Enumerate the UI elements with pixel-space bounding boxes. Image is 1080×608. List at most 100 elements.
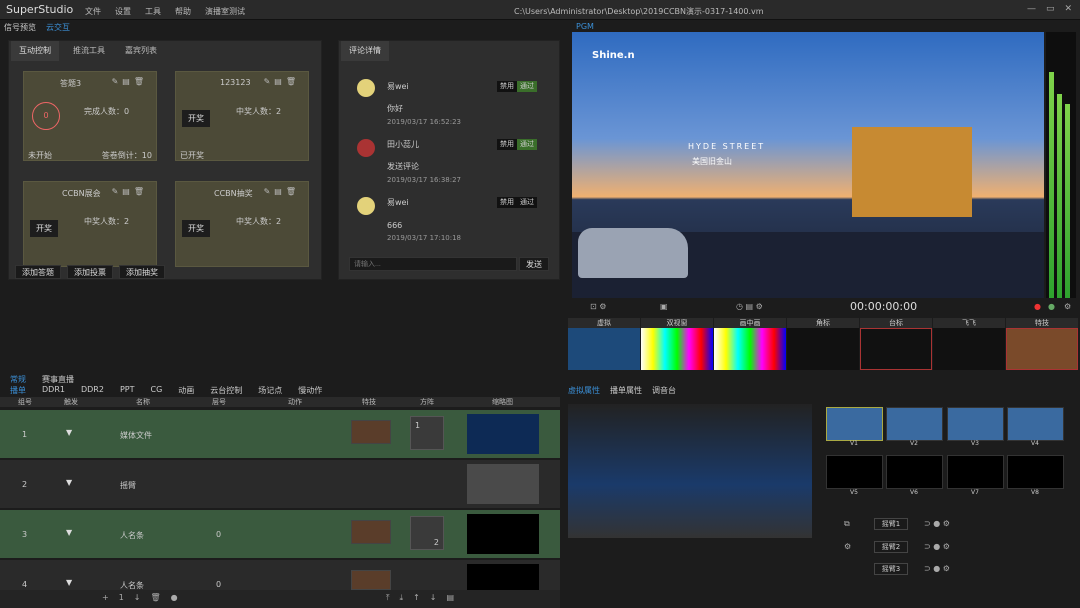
add-lottery-button[interactable]: 添加抽奖	[119, 265, 165, 279]
transition-effect[interactable]: 特技	[1006, 318, 1078, 328]
menu-settings[interactable]: 设置	[115, 6, 131, 17]
tab-animation[interactable]: 动画	[178, 385, 194, 396]
card-tools-icon[interactable]: ✎▤🗑	[112, 77, 148, 86]
transition-dual[interactable]: 双视窗	[641, 318, 713, 328]
mode-sport[interactable]: 赛事直播	[42, 374, 74, 385]
tab-ddr1[interactable]: DDR1	[42, 385, 65, 396]
table-row[interactable]: 3 ▼ 人名条 0 2	[0, 510, 560, 558]
send-button[interactable]: 发送	[519, 257, 549, 271]
comment-input[interactable]	[349, 257, 517, 271]
table-row[interactable]: 4 ▼ 人名条 0	[0, 560, 560, 590]
menu-tools[interactable]: 工具	[145, 6, 161, 17]
grid-cell[interactable]: 1	[410, 416, 444, 450]
trigger-icon[interactable]: ▼	[66, 528, 72, 537]
add-quiz-button[interactable]: 添加答题	[15, 265, 61, 279]
record-icon[interactable]: ●	[1034, 302, 1041, 311]
crane1-tools-icon[interactable]: ⊃ ● ⚙	[924, 519, 950, 528]
draw-button[interactable]: 开奖	[182, 220, 210, 237]
table-row[interactable]: 1 ▼ 媒体文件 1	[0, 410, 560, 458]
crane1-button[interactable]: 摇臂1	[874, 518, 908, 530]
virtual-thumb-v4[interactable]	[1007, 407, 1064, 441]
approve-button[interactable]: 通过	[517, 139, 537, 150]
trigger-icon[interactable]: ▼	[66, 428, 72, 437]
ban-button[interactable]: 禁用	[497, 81, 517, 92]
circle-icon[interactable]: ●	[171, 593, 178, 602]
transition-thumb[interactable]	[1006, 328, 1078, 370]
lottery-card[interactable]: CCBN抽奖 ✎▤🗑 中奖人数：2 开奖	[175, 181, 309, 267]
transition-thumb[interactable]	[860, 328, 932, 370]
transition-thumb[interactable]	[714, 328, 786, 370]
copy-icon[interactable]: ⧉	[844, 519, 850, 529]
transition-thumb[interactable]	[641, 328, 713, 370]
clock-icon[interactable]: ◷ ▤ ⚙	[736, 302, 763, 311]
menu-file[interactable]: 文件	[85, 6, 101, 17]
transition-virtual[interactable]: 虚拟	[568, 318, 640, 328]
tab-stream-tools[interactable]: 推流工具	[65, 41, 113, 61]
effect-thumb[interactable]	[351, 420, 391, 444]
virtual-thumb-v5[interactable]	[826, 455, 883, 489]
grid-cell[interactable]: 2	[410, 516, 444, 550]
move-top-icon[interactable]: ⤒	[386, 593, 390, 603]
crane3-tools-icon[interactable]: ⊃ ● ⚙	[924, 564, 950, 573]
effect-thumb[interactable]	[351, 570, 391, 590]
approve-button[interactable]: 通过	[517, 197, 537, 208]
virtual-thumb-v1[interactable]	[826, 407, 883, 441]
move-down-icon[interactable]: ↓	[430, 593, 437, 603]
crane2-tools-icon[interactable]: ⊃ ● ⚙	[924, 542, 950, 551]
crane2-button[interactable]: 摇臂2	[874, 541, 908, 553]
card-tools-icon[interactable]: ✎▤🗑	[112, 187, 148, 196]
draw-button[interactable]: 开奖	[30, 220, 58, 237]
menu-studio-test[interactable]: 演播室测试	[205, 6, 245, 17]
card-tools-icon[interactable]: ✎▤🗑	[264, 77, 300, 86]
approve-button[interactable]: 通过	[517, 81, 537, 92]
save-icon[interactable]: ▤	[447, 593, 455, 603]
cloud-interact-tab[interactable]: 云交互	[46, 22, 70, 33]
virtual-thumb-v3[interactable]	[947, 407, 1004, 441]
tab-comment-details[interactable]: 评论详情	[341, 41, 389, 61]
transition-fly[interactable]: 飞飞	[933, 318, 1005, 328]
ban-button[interactable]: 禁用	[497, 139, 517, 150]
close-icon[interactable]: ✕	[1064, 4, 1072, 14]
crane3-button[interactable]: 摇臂3	[874, 563, 908, 575]
tab-playlist-props[interactable]: 播单属性	[610, 385, 642, 396]
draw-button[interactable]: 开奖	[182, 110, 210, 127]
tab-playlist[interactable]: 播单	[10, 385, 26, 396]
tab-slowmo[interactable]: 慢动作	[298, 385, 322, 396]
tab-ppt[interactable]: PPT	[120, 385, 135, 396]
add-vote-button[interactable]: 添加投票	[67, 265, 113, 279]
trigger-icon[interactable]: ▼	[66, 478, 72, 487]
table-row[interactable]: 2 ▼ 摇臂	[0, 460, 560, 508]
ban-button[interactable]: 禁用	[497, 197, 517, 208]
virtual-thumb-v2[interactable]	[886, 407, 943, 441]
move-up-icon[interactable]: ↑	[413, 593, 420, 603]
move-bottom-icon[interactable]: ⤓	[400, 593, 404, 603]
minimize-icon[interactable]: —	[1027, 4, 1036, 14]
maximize-icon[interactable]: ▭	[1046, 4, 1055, 14]
tab-cg[interactable]: CG	[150, 385, 162, 396]
lottery-card[interactable]: CCBN展会 ✎▤🗑 中奖人数：2 开奖	[23, 181, 157, 267]
transition-thumb[interactable]	[787, 328, 859, 370]
settings-icon[interactable]: ⚙	[1064, 302, 1071, 311]
monitor-icon[interactable]: ⊡ ⚙	[590, 302, 606, 311]
tab-mixer[interactable]: 调音台	[652, 385, 676, 396]
virtual-thumb-v8[interactable]	[1007, 455, 1064, 489]
menu-help[interactable]: 帮助	[175, 6, 191, 17]
tab-ptz[interactable]: 云台控制	[210, 385, 242, 396]
add-icon[interactable]: +	[102, 593, 109, 602]
transition-thumb[interactable]	[568, 328, 640, 370]
lottery-card[interactable]: 123123 ✎▤🗑 中奖人数：2 开奖 已开奖	[175, 71, 309, 161]
tab-guest-list[interactable]: 嘉宾列表	[117, 41, 165, 61]
trigger-icon[interactable]: ▼	[66, 578, 72, 587]
snapshot-icon[interactable]: ▣	[660, 302, 668, 311]
tab-virtual-props[interactable]: 虚拟属性	[568, 385, 600, 396]
transition-pip[interactable]: 画中画	[714, 318, 786, 328]
mode-normal[interactable]: 常规	[10, 374, 26, 385]
tab-ddr2[interactable]: DDR2	[81, 385, 104, 396]
delete-icon[interactable]: 🗑	[151, 593, 161, 602]
virtual-thumb-v6[interactable]	[886, 455, 943, 489]
virtual-thumb-v7[interactable]	[947, 455, 1004, 489]
tab-interactive-control[interactable]: 互动控制	[11, 41, 59, 61]
arrow-down-icon[interactable]: ↓	[134, 593, 141, 602]
transition-logo[interactable]: 台标	[860, 318, 932, 328]
transition-thumb[interactable]	[933, 328, 1005, 370]
